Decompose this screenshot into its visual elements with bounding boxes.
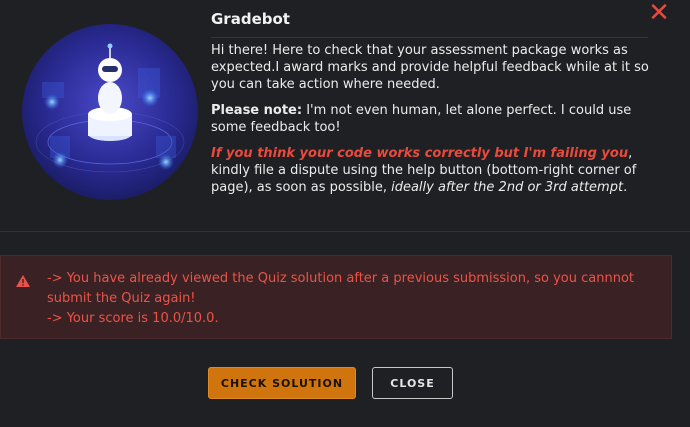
- alert-line-1: -> You have already viewed the Quiz solu…: [47, 271, 635, 306]
- note-label: Please note:: [211, 103, 303, 118]
- dispute-italic: ideally after the 2nd or 3rd attempt: [391, 180, 624, 195]
- check-solution-button[interactable]: CHECK SOLUTION: [208, 367, 356, 399]
- close-icon[interactable]: ✕: [645, 0, 673, 27]
- alert-line-2: -> Your score is 10.0/10.0.: [47, 311, 219, 326]
- alert-box: -> You have already viewed the Quiz solu…: [0, 255, 672, 339]
- close-button[interactable]: CLOSE: [372, 367, 453, 399]
- section-divider: [0, 231, 690, 232]
- dialog-title: Gradebot: [211, 10, 290, 28]
- dispute-highlight: If you think your code works correctly b…: [211, 146, 629, 161]
- alert-text: -> You have already viewed the Quiz solu…: [47, 269, 667, 329]
- gradebot-robot-illustration: [22, 24, 198, 200]
- warning-icon: [16, 275, 30, 287]
- dispute-paragraph: If you think your code works correctly b…: [211, 145, 651, 196]
- note-paragraph: Please note: I'm not even human, let alo…: [211, 102, 651, 136]
- dialog-content: Hi there! Here to check that your assess…: [211, 42, 651, 205]
- dispute-end: .: [623, 180, 628, 195]
- intro-text: Hi there! Here to check that your assess…: [211, 43, 649, 92]
- title-divider: [211, 37, 648, 38]
